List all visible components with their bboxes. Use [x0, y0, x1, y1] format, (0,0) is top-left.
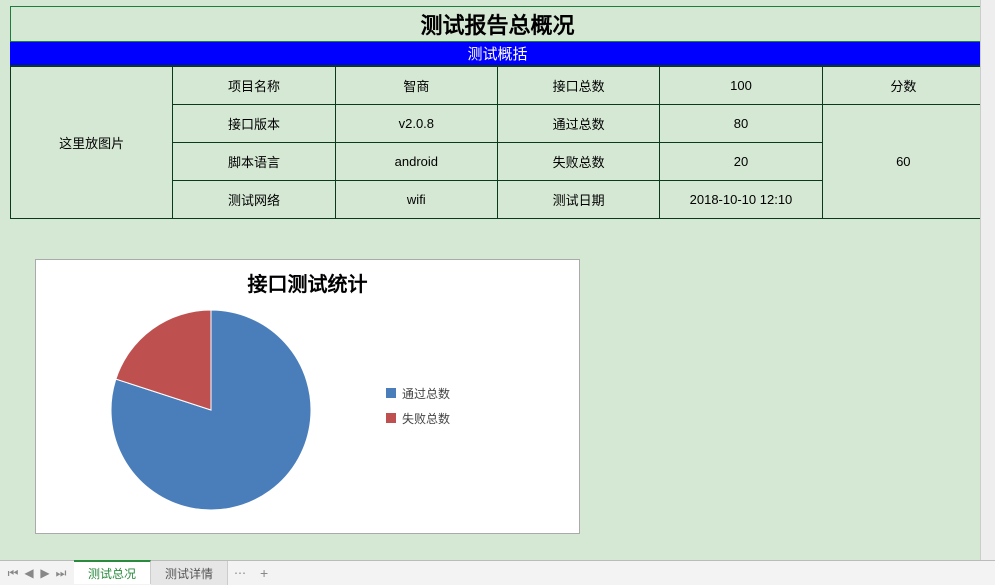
tab-nav-arrows: ⏮ ◀ ▶ ⏭	[0, 566, 74, 581]
legend-label: 失败总数	[402, 410, 450, 427]
chart-legend: 通过总数失败总数	[386, 385, 579, 435]
cell-value: wifi	[335, 181, 497, 219]
score-label-cell: 分数	[822, 67, 984, 105]
legend-label: 通过总数	[402, 385, 450, 402]
legend-item: 失败总数	[386, 410, 579, 427]
last-tab-icon[interactable]: ⏭	[54, 566, 68, 581]
report-subtitle: 测试概括	[467, 43, 527, 64]
cell-label: 失败总数	[497, 143, 659, 181]
table-row: 这里放图片 项目名称 智商 接口总数 100 分数	[11, 67, 985, 105]
legend-item: 通过总数	[386, 385, 579, 402]
score-value-cell: 60	[822, 105, 984, 219]
vertical-scrollbar[interactable]	[980, 0, 995, 560]
sheet-tab[interactable]: 测试详情	[151, 561, 228, 585]
cell-label: 接口总数	[497, 67, 659, 105]
report-title: 测试报告总概况	[420, 8, 574, 40]
sheet-tab-bar: ⏮ ◀ ▶ ⏭ 测试总况测试详情 ⋯ +	[0, 560, 995, 585]
report-subtitle-row: 测试概括	[10, 42, 985, 66]
cell-value: 智商	[335, 67, 497, 105]
prev-tab-icon[interactable]: ◀	[22, 566, 36, 580]
image-placeholder-cell: 这里放图片	[11, 67, 173, 219]
add-sheet-icon[interactable]: +	[252, 565, 276, 581]
cell-label: 接口版本	[173, 105, 335, 143]
tabs-host: 测试总况测试详情	[74, 561, 228, 585]
cell-label: 测试日期	[497, 181, 659, 219]
cell-label: 项目名称	[173, 67, 335, 105]
summary-table: 这里放图片 项目名称 智商 接口总数 100 分数 接口版本 v2.0.8 通过…	[10, 66, 985, 219]
cell-label: 测试网络	[173, 181, 335, 219]
pie-svg-column	[36, 305, 386, 515]
chart-title: 接口测试统计	[36, 260, 579, 297]
report-title-row: 测试报告总概况	[10, 6, 985, 42]
cell-value: android	[335, 143, 497, 181]
worksheet-area: 测试报告总概况 测试概括 这里放图片 项目名称 智商 接口总数 100 分数 接…	[0, 0, 995, 560]
cell-label: 脚本语言	[173, 143, 335, 181]
legend-swatch	[386, 413, 396, 423]
sheet-tab[interactable]: 测试总况	[74, 560, 151, 584]
cell-value: 2018-10-10 12:10	[660, 181, 822, 219]
tab-menu-icon[interactable]: ⋯	[228, 566, 252, 580]
cell-value: 80	[660, 105, 822, 143]
chart-body: 通过总数失败总数	[36, 297, 579, 522]
pie-chart-container: 接口测试统计 通过总数失败总数	[35, 259, 580, 534]
first-tab-icon[interactable]: ⏮	[6, 566, 20, 581]
cell-value: v2.0.8	[335, 105, 497, 143]
cell-value: 100	[660, 67, 822, 105]
next-tab-icon[interactable]: ▶	[38, 566, 52, 580]
cell-label: 通过总数	[497, 105, 659, 143]
cell-value: 20	[660, 143, 822, 181]
legend-swatch	[386, 388, 396, 398]
pie-chart	[106, 305, 316, 515]
